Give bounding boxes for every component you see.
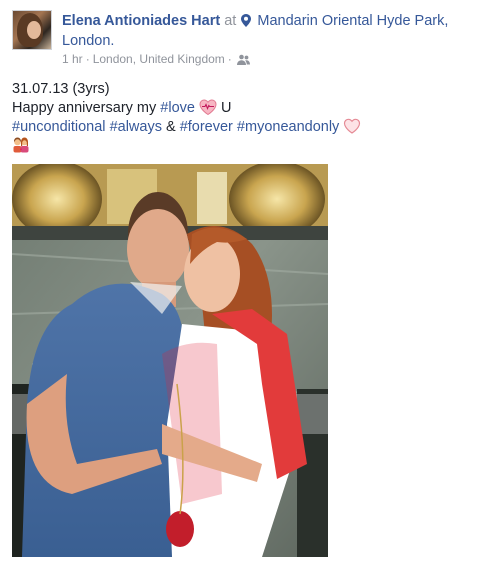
location-pin-icon [241, 14, 252, 27]
hashtag-myoneandonly[interactable]: #myoneandonly [237, 119, 339, 135]
message-line-date: 31.07.13 (3yrs) [12, 81, 110, 97]
heart-pulse-emoji-icon [199, 99, 217, 115]
hashtag-always[interactable]: #always [110, 119, 162, 135]
message-text: Happy anniversary my [12, 100, 161, 116]
meta-separator-2: · [227, 52, 232, 66]
hashtag-unconditional[interactable]: #unconditional [12, 119, 106, 135]
post-header: Elena Antioniades Hart at Mandarin Orien… [12, 10, 492, 68]
couple-photo [12, 164, 328, 557]
post-meta: 1 hr · London, United Kingdom · [62, 51, 250, 67]
avatar-face [27, 21, 41, 39]
post-message: 31.07.13 (3yrs) Happy anniversary my #lo… [12, 80, 492, 156]
message-line-3: #unconditional #always & #forever #myone… [12, 118, 492, 137]
location-line2: London. [62, 33, 115, 49]
location-line1: Mandarin Oriental Hyde Park, [257, 13, 449, 29]
message-suffix: U [216, 100, 232, 116]
at-label: at [224, 13, 237, 29]
hashtag-love[interactable]: #love [160, 100, 195, 116]
author-name-link[interactable]: Elena Antioniades Hart [62, 13, 220, 29]
post-place-link[interactable]: London, United Kingdom [93, 52, 225, 66]
message-line-4 [12, 137, 492, 156]
post-photo[interactable] [12, 164, 328, 557]
heart-outline-emoji-icon [344, 118, 361, 134]
meta-separator: · [85, 52, 90, 66]
post-title-line: Elena Antioniades Hart at Mandarin Orien… [62, 11, 492, 51]
and-text: & [161, 119, 180, 135]
post-time-link[interactable]: 1 hr [62, 52, 83, 66]
feed-post: Elena Antioniades Hart at Mandarin Orien… [0, 0, 502, 566]
friends-icon[interactable] [236, 54, 250, 65]
couple-emoji-icon [13, 137, 29, 153]
hashtag-forever[interactable]: #forever [180, 119, 233, 135]
author-avatar[interactable] [12, 10, 52, 50]
message-line-2: Happy anniversary my #love U [12, 99, 492, 118]
